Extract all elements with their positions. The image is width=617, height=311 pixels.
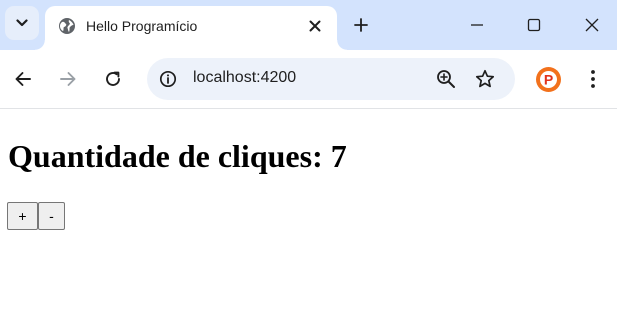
profile-initial: P (544, 72, 553, 88)
maximize-button[interactable] (519, 10, 549, 40)
maximize-icon (527, 18, 541, 32)
tab-search-button[interactable] (5, 6, 39, 40)
arrow-left-icon (15, 72, 31, 86)
chevron-down-icon (16, 19, 28, 27)
decrement-button[interactable]: - (38, 202, 65, 230)
click-count-label: Quantidade de cliques: (8, 138, 323, 174)
kebab-menu-icon (591, 70, 595, 88)
browser-menu-button[interactable] (578, 64, 608, 94)
zoom-button[interactable] (433, 66, 459, 92)
address-bar[interactable]: localhost:4200 (147, 58, 515, 100)
profile-icon: P (536, 67, 561, 92)
back-button[interactable] (8, 64, 38, 94)
info-icon (159, 70, 177, 88)
browser-tab[interactable]: Hello Programício (35, 6, 347, 50)
browser-toolbar: localhost:4200 P (0, 50, 617, 108)
forward-button[interactable] (53, 64, 83, 94)
close-icon (585, 18, 599, 32)
tab-strip: Hello Programício (0, 0, 617, 50)
counter-controls: + - (7, 202, 65, 230)
star-icon (475, 69, 495, 88)
tab-title: Hello Programício (86, 18, 198, 34)
bookmark-button[interactable] (472, 66, 498, 92)
click-count-value: 7 (330, 138, 347, 174)
minimize-icon (471, 24, 483, 26)
increment-button[interactable]: + (7, 202, 38, 230)
arrow-right-icon (60, 72, 76, 86)
plus-icon (354, 18, 368, 32)
url-text[interactable]: localhost:4200 (193, 69, 296, 87)
globe-icon (59, 18, 75, 34)
new-tab-button[interactable] (350, 14, 372, 36)
tab-close-button[interactable] (304, 15, 326, 37)
page-title: Quantidade de cliques: 7 (8, 138, 347, 175)
reload-icon (106, 71, 120, 86)
page-content: Quantidade de cliques: 7 + - (0, 109, 617, 311)
minimize-button[interactable] (462, 10, 492, 40)
profile-avatar[interactable]: P (536, 67, 561, 92)
site-info-button[interactable] (155, 66, 181, 92)
reload-button[interactable] (98, 64, 128, 94)
close-icon (309, 20, 321, 32)
zoom-in-icon (437, 70, 455, 88)
close-window-button[interactable] (577, 10, 607, 40)
